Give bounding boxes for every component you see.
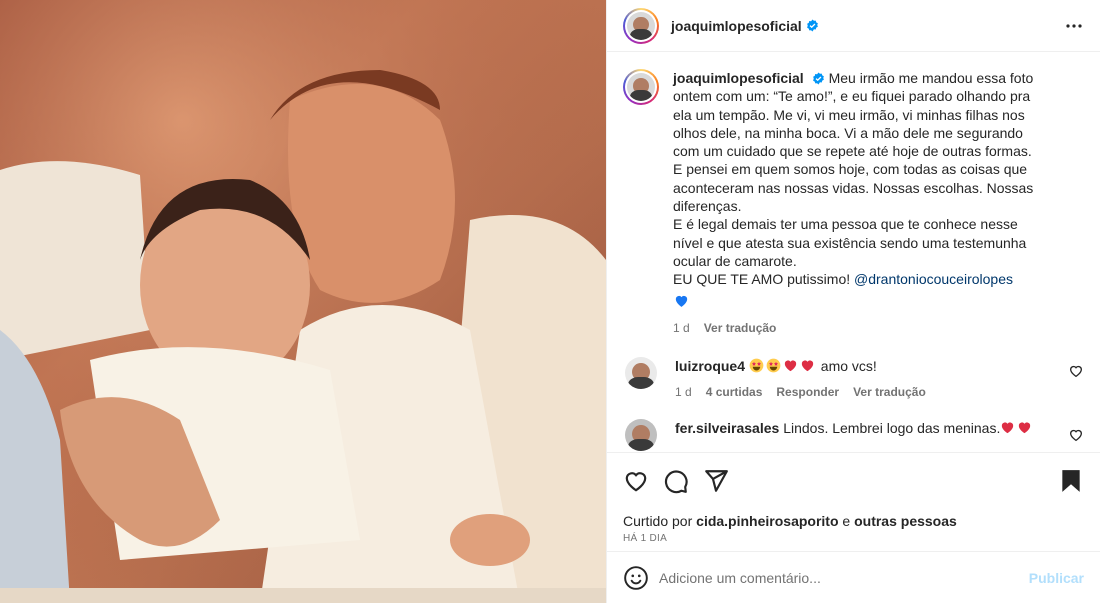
caption-paragraph-4: EU QUE TE AMO putissimo!	[673, 271, 851, 288]
post-side-panel: joaquimlopesoficial joaquimlopesoficial …	[606, 0, 1100, 603]
liked-by-prefix: Curtido por	[623, 513, 693, 529]
comment-bubble-icon[interactable]	[663, 468, 689, 494]
star-struck-emoji-icon	[749, 358, 764, 373]
post-timestamp: HÁ 1 DIA	[623, 533, 668, 544]
like-heart-icon[interactable]	[623, 468, 649, 494]
liked-by-line: Curtido por cida.pinheirosaporito e outr…	[623, 513, 1084, 529]
author-username[interactable]: joaquimlopesoficial	[671, 18, 802, 34]
comment-text: amo vcs!	[820, 357, 877, 374]
comment-item: luizroque4 amo vcs! 1 d 4 curtidas Respo…	[623, 356, 1084, 399]
comment-item: fer.silveirasales Lindos. Lembrei logo d…	[623, 418, 1084, 451]
more-options-button[interactable]	[1062, 14, 1086, 38]
red-heart-emoji-icon	[1019, 422, 1031, 433]
verified-badge-icon	[812, 72, 824, 85]
red-heart-emoji-icon	[784, 360, 797, 371]
comment-meta: 1 d 4 curtidas Responder Ver tradução	[675, 385, 1045, 399]
add-comment-bar: Publicar	[607, 551, 1100, 603]
publish-button[interactable]: Publicar	[1029, 570, 1084, 586]
post-photo[interactable]	[0, 0, 606, 603]
comment-likes-count[interactable]: 4 curtidas	[706, 385, 763, 399]
caption: joaquimlopesoficial Meu irmão me mandou …	[623, 69, 1084, 335]
caption-translate-link[interactable]: Ver tradução	[704, 321, 777, 335]
more-horizontal-icon	[1066, 23, 1082, 28]
comment-username[interactable]: luizroque4	[675, 358, 745, 374]
post-modal: joaquimlopesoficial joaquimlopesoficial …	[0, 0, 1100, 603]
red-heart-emoji-icon	[801, 360, 814, 371]
comment-input[interactable]	[659, 569, 1019, 586]
liked-by-user-link[interactable]: cida.pinheirosaporito	[696, 513, 838, 529]
save-bookmark-icon[interactable]	[1058, 468, 1084, 494]
comment-age: 1 d	[675, 384, 692, 399]
share-send-icon[interactable]	[703, 468, 729, 494]
post-header: joaquimlopesoficial	[607, 0, 1100, 52]
comment-reply-button[interactable]: Responder	[776, 385, 839, 399]
caption-username[interactable]: joaquimlopesoficial	[673, 70, 804, 86]
comment-avatar[interactable]	[625, 356, 657, 389]
post-actions: Curtido por cida.pinheirosaporito e outr…	[607, 452, 1100, 544]
caption-mention-link[interactable]: @drantoniocouceirolopes	[854, 271, 1013, 287]
comment-like-heart-icon[interactable]	[1068, 363, 1084, 379]
author-avatar-ring[interactable]	[623, 7, 659, 44]
vintage-photo-illustration	[0, 0, 606, 603]
comment-avatar[interactable]	[625, 418, 657, 451]
caption-paragraph-2: E pensei em quem somos hoje, com todas a…	[673, 161, 1034, 215]
verified-badge-icon	[806, 19, 818, 32]
author-avatar[interactable]	[627, 11, 655, 40]
liked-by-others-link[interactable]: outras pessoas	[854, 513, 957, 529]
caption-age: 1 d	[673, 320, 690, 335]
comment-text: Lindos. Lembrei logo das meninas.	[783, 419, 1001, 436]
blue-heart-icon	[675, 295, 688, 307]
star-struck-emoji-icon	[766, 358, 781, 373]
comment-like-heart-icon[interactable]	[1068, 427, 1084, 443]
comment-username[interactable]: fer.silveirasales	[675, 420, 779, 436]
caption-avatar[interactable]	[627, 73, 655, 101]
caption-paragraph-3: E é legal demais ter uma pessoa que te c…	[673, 216, 1027, 269]
caption-text: joaquimlopesoficial Meu irmão me mandou …	[673, 69, 1043, 311]
comments-section[interactable]: joaquimlopesoficial Meu irmão me mandou …	[607, 53, 1100, 451]
liked-by-conjunction: e	[842, 513, 851, 529]
red-heart-emoji-icon	[1002, 422, 1014, 433]
comment-translate-link[interactable]: Ver tradução	[853, 385, 926, 399]
caption-meta: 1 d Ver tradução	[673, 321, 1043, 335]
caption-avatar-ring[interactable]	[623, 69, 659, 105]
emoji-smile-icon[interactable]	[623, 565, 649, 591]
